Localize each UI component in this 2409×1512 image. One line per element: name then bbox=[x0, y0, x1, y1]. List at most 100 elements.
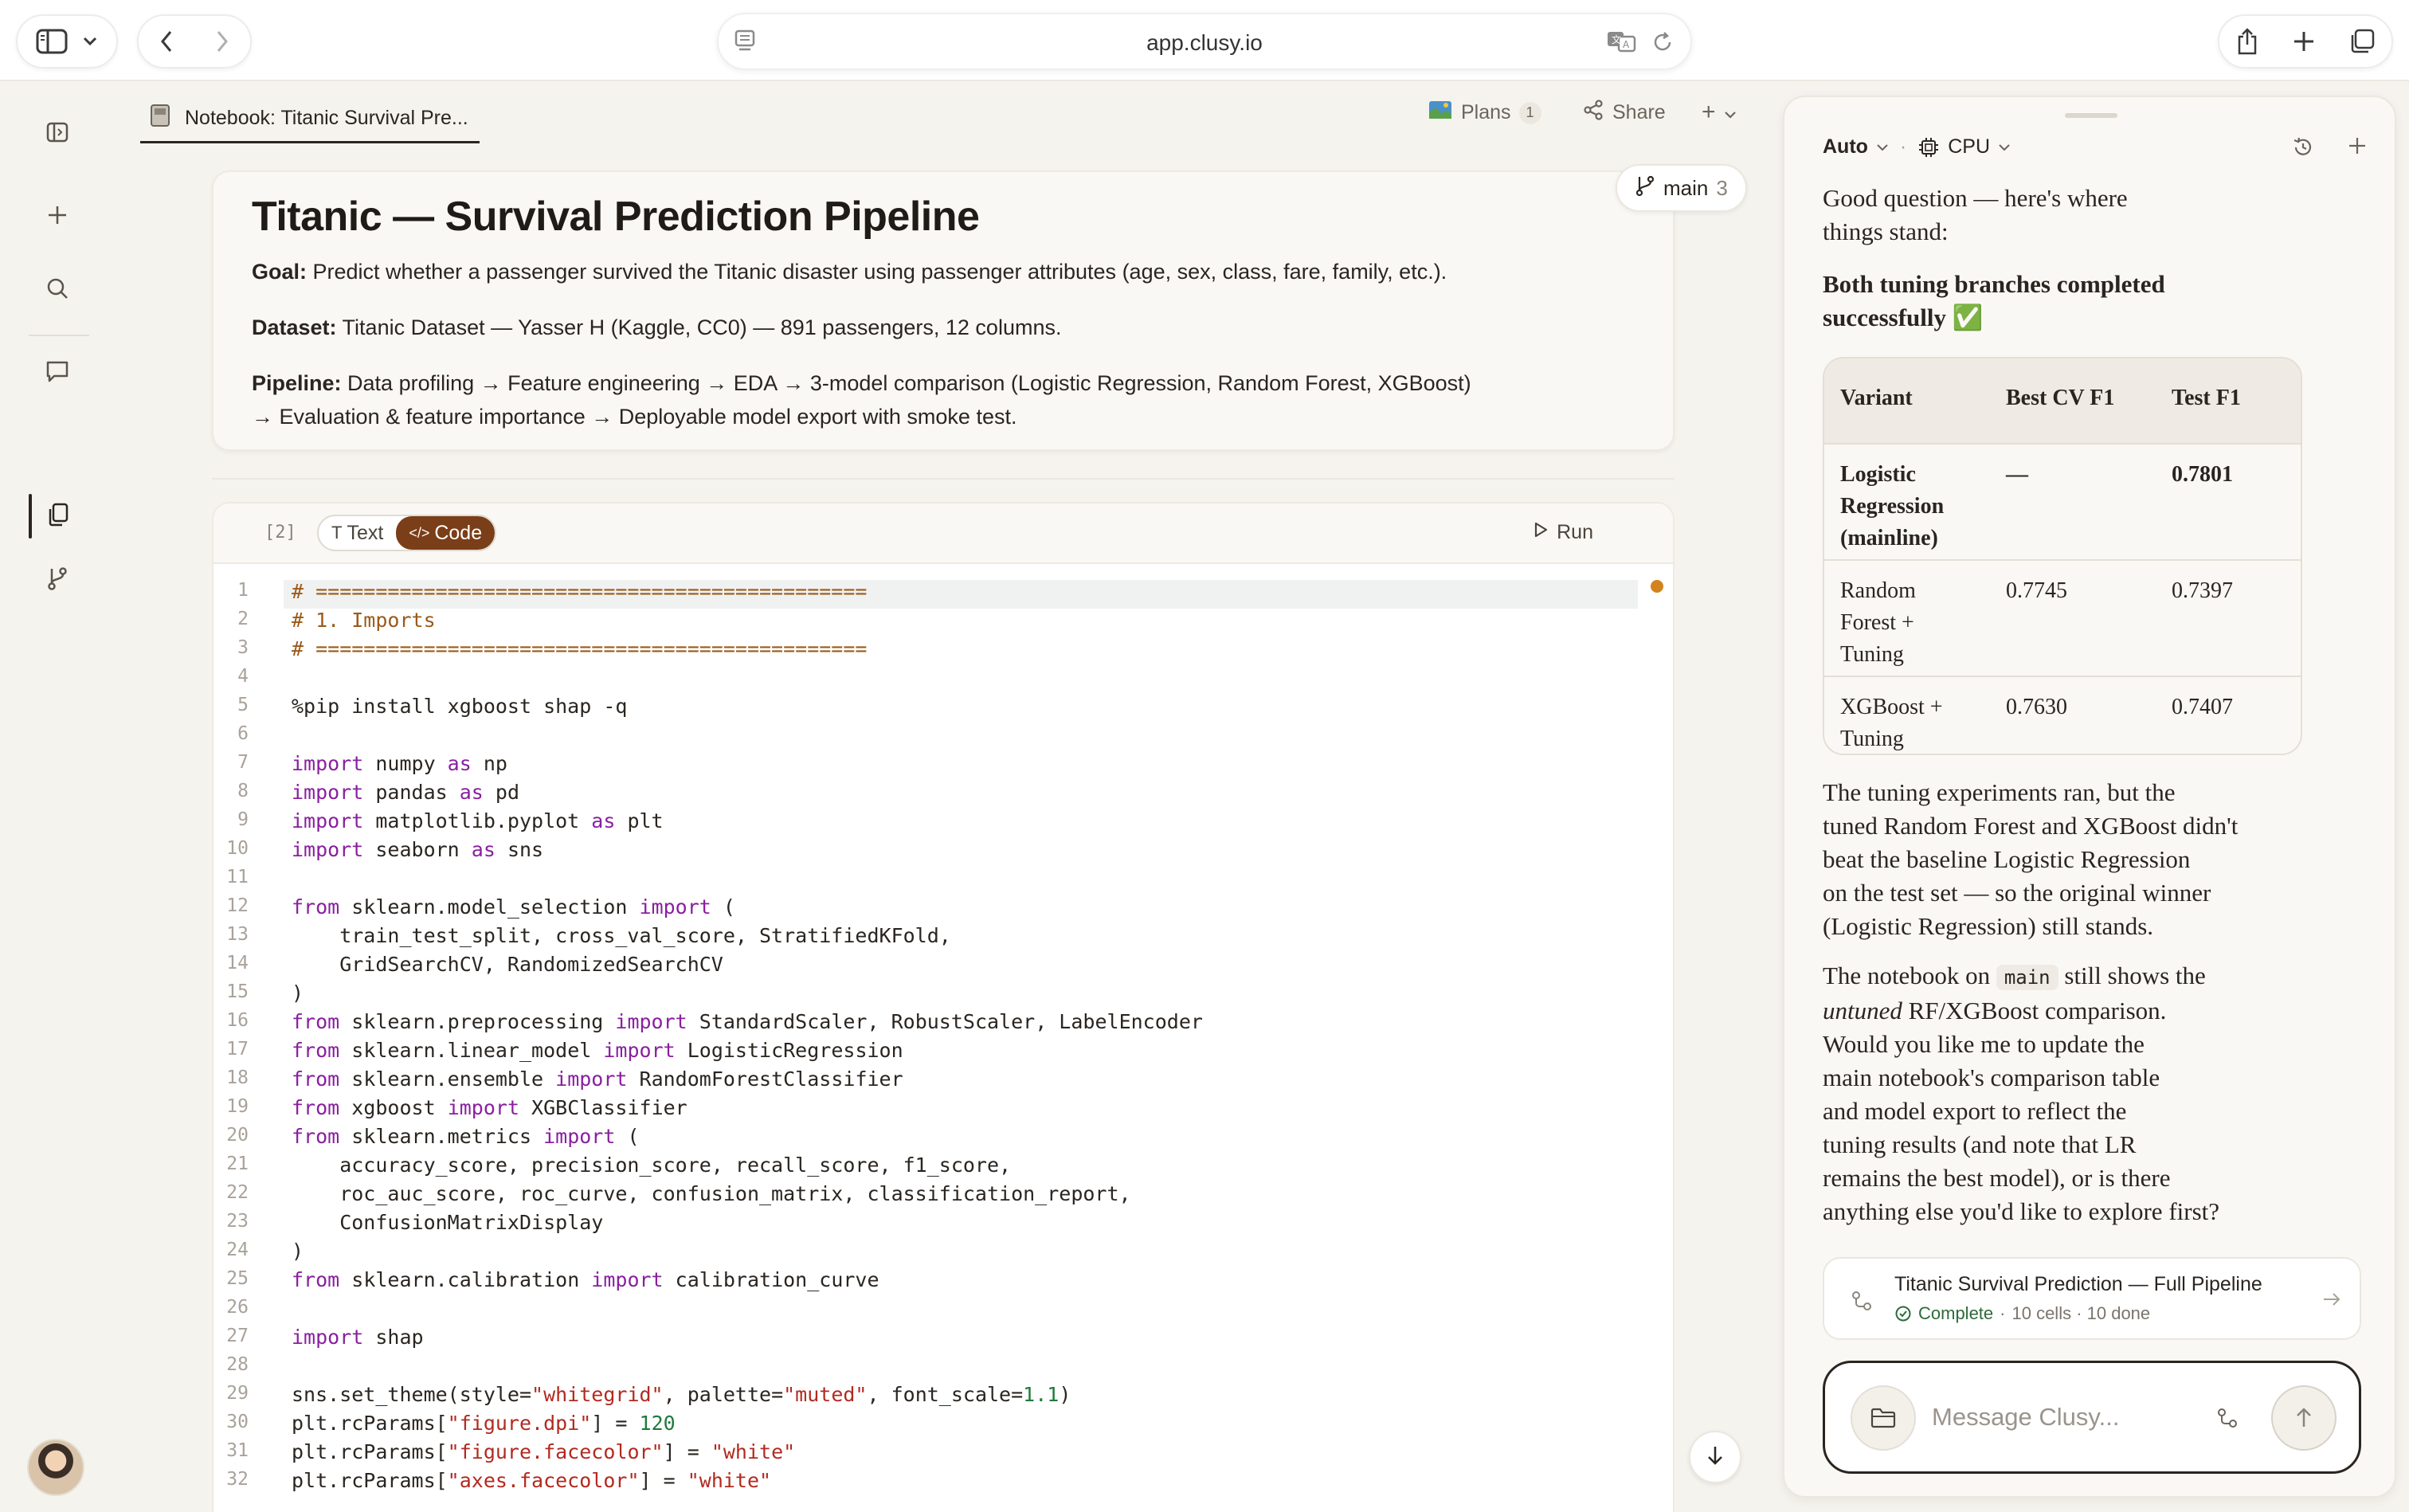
chevron-down-icon bbox=[1999, 143, 2010, 151]
branches-button[interactable] bbox=[35, 558, 80, 602]
line-number: 23 bbox=[226, 1211, 249, 1232]
code-line: from xgboost import XGBClassifier bbox=[292, 1096, 687, 1119]
assistant-message-headline: Both tuning branches completed successfu… bbox=[1823, 270, 2165, 331]
plan-card[interactable]: Titanic Survival Prediction — Full Pipel… bbox=[1823, 1257, 2361, 1340]
svg-text:文: 文 bbox=[1612, 33, 1621, 45]
plan-mode-icon[interactable] bbox=[2215, 1406, 2239, 1434]
assistant-panel: Auto · CPU Good question — here's where … bbox=[1783, 96, 2396, 1498]
search-button[interactable] bbox=[35, 268, 80, 312]
url-text: app.clusy.io bbox=[1146, 30, 1263, 55]
cell-variant: Random Forest + Tuning bbox=[1840, 578, 1916, 667]
send-button[interactable] bbox=[2271, 1385, 2337, 1451]
history-icon[interactable] bbox=[2291, 135, 2315, 163]
line-number: 24 bbox=[226, 1240, 249, 1260]
cell-cv-f1: — bbox=[2006, 462, 2028, 487]
cell-divider bbox=[212, 478, 1675, 480]
line-number: 12 bbox=[226, 895, 249, 916]
back-icon[interactable] bbox=[159, 29, 174, 54]
code-line: import seaborn as sns bbox=[292, 838, 544, 861]
text-icon: T bbox=[331, 523, 343, 543]
code-line: from sklearn.model_selection import ( bbox=[292, 895, 735, 919]
sidebar-toggle-group[interactable] bbox=[16, 14, 118, 69]
chat-icon bbox=[45, 359, 70, 387]
panel-toggle-button[interactable] bbox=[35, 112, 80, 156]
add-menu-button[interactable]: + bbox=[1702, 99, 1737, 126]
address-bar[interactable]: app.clusy.io 文A bbox=[717, 13, 1692, 70]
line-number: 29 bbox=[226, 1383, 249, 1404]
code-line: # 1. Imports bbox=[292, 609, 436, 632]
svg-text:A: A bbox=[1623, 39, 1630, 50]
cell-test-f1: 0.7397 bbox=[2172, 578, 2233, 603]
line-number: 5 bbox=[237, 695, 249, 715]
forward-icon[interactable] bbox=[214, 29, 230, 54]
cpu-icon bbox=[1919, 137, 1939, 157]
arrow-down-icon bbox=[1706, 1444, 1725, 1471]
assistant-message-body: The tuning experiments ran, but the tuned… bbox=[1823, 778, 2239, 940]
text-toggle[interactable]: T Text bbox=[319, 516, 396, 550]
plans-button[interactable]: Plans 1 bbox=[1428, 99, 1541, 127]
reload-icon[interactable] bbox=[1651, 30, 1675, 58]
line-number: 15 bbox=[226, 981, 249, 1002]
code-line: ) bbox=[292, 981, 304, 1005]
tabs-overview-icon[interactable] bbox=[2348, 28, 2376, 55]
code-line: ConfusionMatrixDisplay bbox=[292, 1211, 604, 1234]
chat-header-actions bbox=[2291, 135, 2368, 163]
copy-icon bbox=[45, 502, 69, 531]
rail-divider bbox=[29, 335, 89, 336]
mode-selector[interactable]: Auto bbox=[1823, 135, 1889, 159]
notebook-tab[interactable]: Notebook: Titanic Survival Pre... bbox=[140, 96, 480, 143]
message-composer: Message Clusy... bbox=[1823, 1361, 2361, 1474]
code-cell[interactable]: [2] T Text </> Code Run 1 # ===============… bbox=[212, 502, 1675, 1512]
cell-number: [2] bbox=[264, 523, 296, 543]
col-variant: Variant bbox=[1840, 386, 1913, 410]
share-button[interactable]: Share bbox=[1582, 99, 1666, 127]
scroll-down-button[interactable] bbox=[1689, 1431, 1741, 1483]
code-line: import shap bbox=[292, 1326, 424, 1349]
compute-selector[interactable]: CPU bbox=[1917, 135, 2011, 159]
code-line: from sklearn.preprocessing import Standa… bbox=[292, 1010, 1203, 1033]
new-chat-icon[interactable] bbox=[2347, 135, 2368, 163]
attach-button[interactable] bbox=[1851, 1385, 1916, 1451]
new-button[interactable] bbox=[35, 194, 80, 239]
branch-selector[interactable]: main 3 bbox=[1616, 164, 1747, 212]
sidebar-icon[interactable] bbox=[36, 29, 68, 54]
dataset-line: Dataset: Titanic Dataset — Yasser H (Kag… bbox=[252, 315, 1062, 339]
line-number: 22 bbox=[226, 1182, 249, 1203]
user-avatar[interactable] bbox=[27, 1439, 84, 1496]
line-number: 13 bbox=[226, 924, 249, 945]
translate-icon[interactable]: 文A bbox=[1606, 29, 1638, 58]
message-input[interactable]: Message Clusy... bbox=[1932, 1403, 2119, 1432]
git-branch-icon bbox=[1635, 174, 1655, 202]
chat-button[interactable] bbox=[35, 351, 80, 395]
intro-card: Titanic — Survival Prediction Pipeline G… bbox=[212, 170, 1675, 451]
code-toggle[interactable]: </> Code bbox=[396, 516, 496, 550]
notebooks-button[interactable] bbox=[35, 494, 80, 539]
window-actions-group bbox=[2218, 14, 2393, 69]
cell-cv-f1: 0.7630 bbox=[2006, 695, 2067, 719]
plans-count-badge: 1 bbox=[1518, 101, 1541, 124]
map-icon bbox=[1428, 99, 1453, 127]
code-line: from sklearn.metrics import ( bbox=[292, 1125, 640, 1148]
folder-icon bbox=[1870, 1408, 1896, 1428]
line-number: 32 bbox=[226, 1469, 249, 1490]
pipeline-line: Pipeline: Data profiling → Feature engin… bbox=[252, 371, 1471, 395]
plan-flow-icon bbox=[1850, 1289, 1874, 1317]
panel-grabber[interactable] bbox=[2065, 113, 2117, 118]
line-number: 1 bbox=[237, 580, 249, 601]
line-number: 30 bbox=[226, 1412, 249, 1432]
line-number: 25 bbox=[226, 1268, 249, 1289]
notebook-icon bbox=[148, 103, 172, 134]
new-tab-icon[interactable] bbox=[2292, 29, 2316, 53]
run-button[interactable]: Run bbox=[1533, 521, 1593, 544]
goal-line: Goal: Predict whether a passenger surviv… bbox=[252, 260, 1447, 284]
line-number: 17 bbox=[226, 1039, 249, 1060]
chevron-down-icon[interactable] bbox=[82, 36, 98, 47]
history-nav-group bbox=[137, 14, 252, 69]
line-number: 27 bbox=[226, 1326, 249, 1346]
chevron-down-icon bbox=[1724, 99, 1737, 126]
share-icon[interactable] bbox=[2235, 27, 2259, 56]
branch-name: main bbox=[1663, 175, 1709, 200]
line-number: 10 bbox=[226, 838, 249, 859]
code-line: plt.rcParams["figure.dpi"] = 120 bbox=[292, 1412, 676, 1435]
line-number: 9 bbox=[237, 809, 249, 830]
